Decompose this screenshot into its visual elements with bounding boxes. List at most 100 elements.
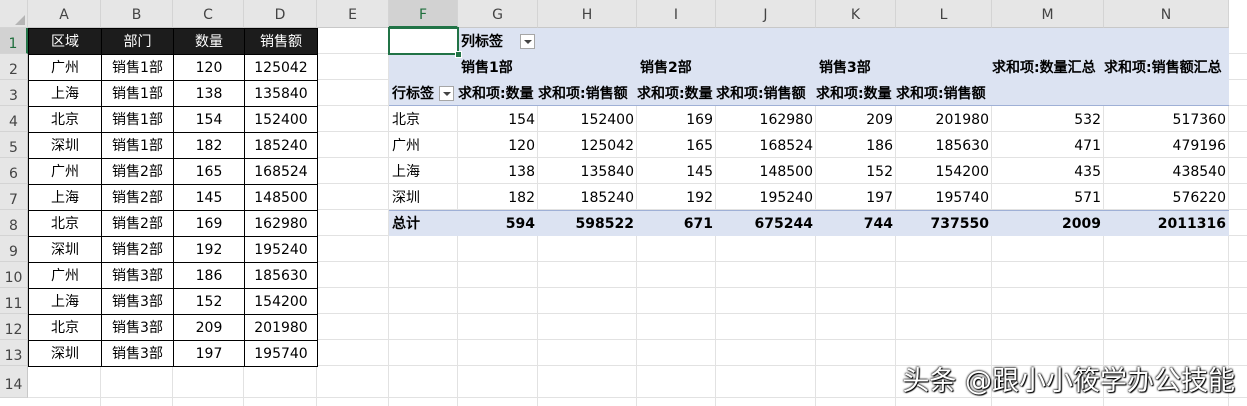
row-header-12[interactable]: 12: [0, 314, 28, 340]
pivot-value-cell[interactable]: 154: [458, 106, 538, 132]
source-data-cell[interactable]: 销售1部: [101, 80, 174, 107]
row-header-3[interactable]: 3: [0, 80, 28, 106]
pivot-total-value[interactable]: 2011316: [1104, 210, 1229, 236]
source-data-cell[interactable]: 165: [173, 158, 245, 185]
pivot-value-cell[interactable]: 125042: [538, 132, 637, 158]
pivot-value-cell[interactable]: 182: [458, 184, 538, 210]
source-data-cell[interactable]: 上海: [28, 288, 102, 315]
pivot-value-cell[interactable]: 571: [992, 184, 1104, 210]
pivot-value-cell[interactable]: 168524: [716, 132, 816, 158]
source-data-cell[interactable]: 145: [173, 184, 245, 211]
column-header-c[interactable]: C: [173, 0, 244, 28]
source-data-cell[interactable]: 154200: [244, 288, 318, 315]
pivot-value-cell[interactable]: 152: [816, 158, 896, 184]
source-data-cell[interactable]: 北京: [28, 314, 102, 341]
source-data-cell[interactable]: 销售2部: [101, 158, 174, 185]
row-header-1[interactable]: 1: [0, 28, 28, 54]
pivot-value-cell[interactable]: 192: [637, 184, 716, 210]
source-data-cell[interactable]: 154: [173, 106, 245, 133]
pivot-row-item[interactable]: 广州: [389, 132, 458, 158]
pivot-total-value[interactable]: 744: [816, 210, 896, 236]
pivot-row-item[interactable]: 深圳: [389, 184, 458, 210]
source-data-cell[interactable]: 162980: [244, 210, 318, 237]
source-data-cell[interactable]: 125042: [244, 54, 318, 81]
source-data-cell[interactable]: 120: [173, 54, 245, 81]
row-header-8[interactable]: 8: [0, 210, 28, 236]
column-header-f[interactable]: F: [389, 0, 458, 28]
fill-handle[interactable]: [455, 51, 462, 58]
column-header-i[interactable]: I: [637, 0, 716, 28]
source-data-cell[interactable]: 销售1部: [101, 54, 174, 81]
column-header-j[interactable]: J: [716, 0, 816, 28]
source-data-cell[interactable]: 185630: [244, 262, 318, 289]
column-label-filter-button[interactable]: [520, 34, 535, 49]
source-data-cell[interactable]: 138: [173, 80, 245, 107]
row-header-2[interactable]: 2: [0, 54, 28, 80]
source-data-cell[interactable]: 销售2部: [101, 236, 174, 263]
source-data-cell[interactable]: 186: [173, 262, 245, 289]
pivot-value-cell[interactable]: 165: [637, 132, 716, 158]
column-header-h[interactable]: H: [538, 0, 637, 28]
row-header-4[interactable]: 4: [0, 106, 28, 132]
column-header-d[interactable]: D: [244, 0, 317, 28]
source-data-cell[interactable]: 148500: [244, 184, 318, 211]
pivot-value-cell[interactable]: 148500: [716, 158, 816, 184]
pivot-value-cell[interactable]: 152400: [538, 106, 637, 132]
active-cell-selection[interactable]: [388, 27, 459, 55]
pivot-value-cell[interactable]: 145: [637, 158, 716, 184]
pivot-value-cell[interactable]: 162980: [716, 106, 816, 132]
pivot-value-cell[interactable]: 195740: [896, 184, 992, 210]
source-data-cell[interactable]: 深圳: [28, 340, 102, 367]
pivot-total-value[interactable]: 737550: [896, 210, 992, 236]
row-header-6[interactable]: 6: [0, 158, 28, 184]
source-data-cell[interactable]: 185240: [244, 132, 318, 159]
source-data-cell[interactable]: 上海: [28, 80, 102, 107]
pivot-value-cell[interactable]: 209: [816, 106, 896, 132]
source-data-cell[interactable]: 135840: [244, 80, 318, 107]
source-data-cell[interactable]: 北京: [28, 106, 102, 133]
source-data-cell[interactable]: 152400: [244, 106, 318, 133]
source-data-cell[interactable]: 销售3部: [101, 340, 174, 367]
pivot-value-cell[interactable]: 517360: [1104, 106, 1229, 132]
source-data-cell[interactable]: 广州: [28, 262, 102, 289]
column-header-e[interactable]: E: [317, 0, 389, 28]
pivot-value-cell[interactable]: 532: [992, 106, 1104, 132]
source-data-cell[interactable]: 销售3部: [101, 262, 174, 289]
source-header-cell[interactable]: 部门: [101, 28, 174, 55]
pivot-value-cell[interactable]: 471: [992, 132, 1104, 158]
source-data-cell[interactable]: 销售3部: [101, 288, 174, 315]
pivot-row-item[interactable]: 北京: [389, 106, 458, 132]
source-data-cell[interactable]: 深圳: [28, 236, 102, 263]
pivot-value-cell[interactable]: 169: [637, 106, 716, 132]
row-label-filter-button[interactable]: [439, 86, 454, 101]
pivot-total-label[interactable]: 总计: [389, 210, 458, 236]
pivot-total-value[interactable]: 675244: [716, 210, 816, 236]
pivot-value-cell[interactable]: 135840: [538, 158, 637, 184]
column-header-m[interactable]: M: [992, 0, 1104, 28]
source-data-cell[interactable]: 深圳: [28, 132, 102, 159]
row-header-10[interactable]: 10: [0, 262, 28, 288]
row-header-5[interactable]: 5: [0, 132, 28, 158]
source-data-cell[interactable]: 168524: [244, 158, 318, 185]
row-header-14[interactable]: 14: [0, 366, 28, 398]
source-data-cell[interactable]: 上海: [28, 184, 102, 211]
source-data-cell[interactable]: 197: [173, 340, 245, 367]
pivot-total-value[interactable]: 2009: [992, 210, 1104, 236]
pivot-row-item[interactable]: 上海: [389, 158, 458, 184]
source-data-cell[interactable]: 195740: [244, 340, 318, 367]
source-data-cell[interactable]: 销售1部: [101, 106, 174, 133]
source-data-cell[interactable]: 195240: [244, 236, 318, 263]
row-header-7[interactable]: 7: [0, 184, 28, 210]
row-header-9[interactable]: 9: [0, 236, 28, 262]
pivot-value-cell[interactable]: 185630: [896, 132, 992, 158]
source-data-cell[interactable]: 销售2部: [101, 210, 174, 237]
source-data-cell[interactable]: 销售1部: [101, 132, 174, 159]
source-data-cell[interactable]: 209: [173, 314, 245, 341]
column-header-g[interactable]: G: [458, 0, 538, 28]
pivot-value-cell[interactable]: 438540: [1104, 158, 1229, 184]
row-header-13[interactable]: 13: [0, 340, 28, 366]
pivot-value-cell[interactable]: 185240: [538, 184, 637, 210]
pivot-value-cell[interactable]: 576220: [1104, 184, 1229, 210]
source-data-cell[interactable]: 北京: [28, 210, 102, 237]
column-header-k[interactable]: K: [816, 0, 896, 28]
